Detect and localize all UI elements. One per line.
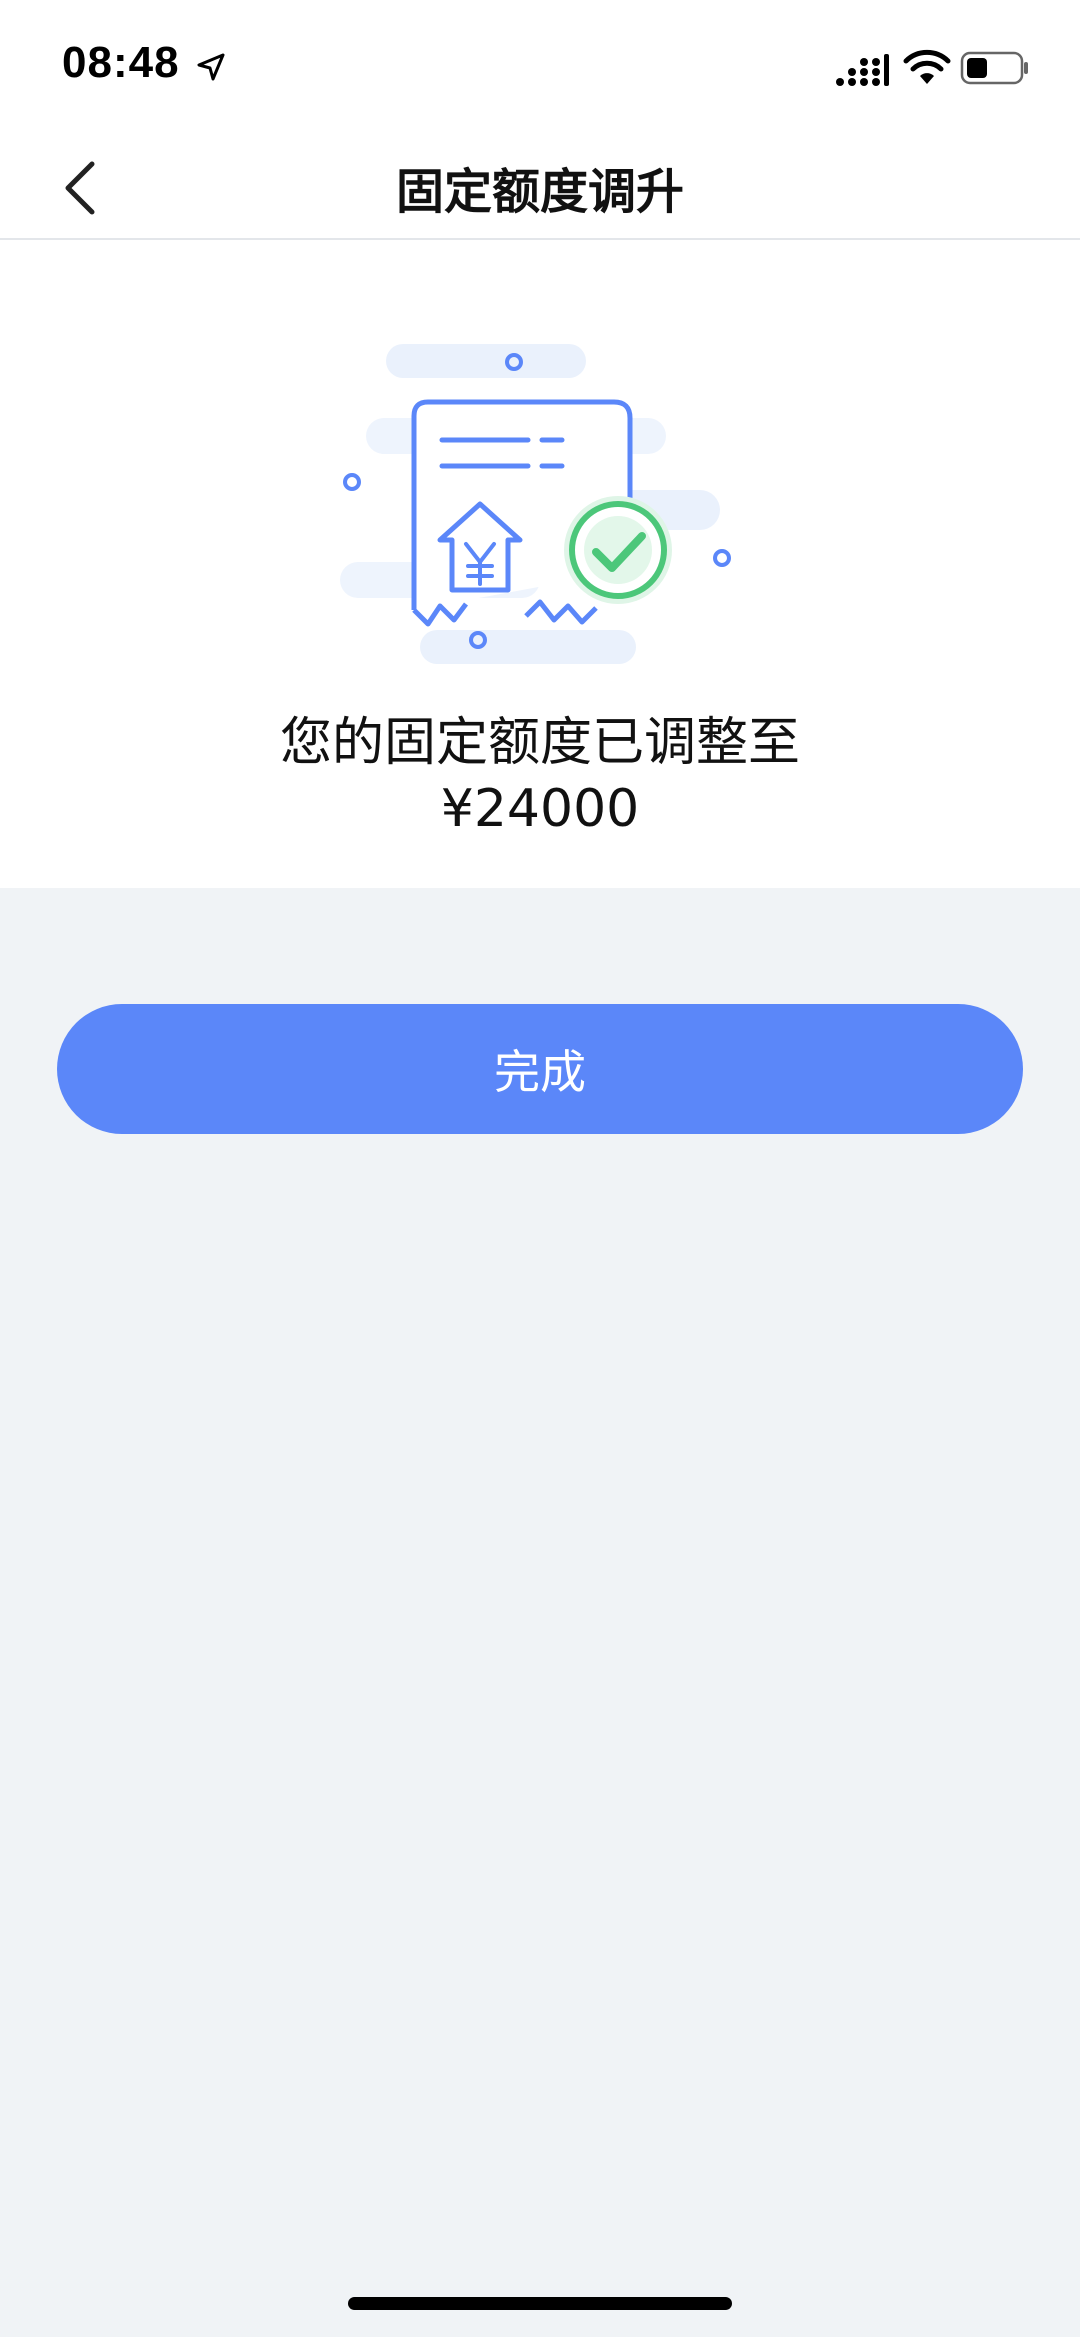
- cellular-signal-icon: [836, 54, 889, 86]
- home-indicator: [348, 2297, 732, 2310]
- result-card: 您的固定额度已调整至 ¥24000: [0, 240, 1080, 888]
- result-message-line: 您的固定额度已调整至: [279, 713, 800, 773]
- result-message: 您的固定额度已调整至 ¥24000: [0, 710, 1080, 842]
- page-title: 固定额度调升: [395, 164, 684, 220]
- navigation-bar: 固定额度调升: [0, 130, 1080, 240]
- screen: 08:48 固定额度调升 您的固定额度已调整至 ¥24000 完成: [0, 0, 1080, 2337]
- wifi-icon: [903, 49, 951, 84]
- done-button[interactable]: 完成: [57, 1004, 1023, 1134]
- status-time: 08:48: [62, 38, 180, 87]
- battery-icon: [960, 51, 1028, 85]
- receipt-check-icon: [340, 344, 731, 664]
- result-amount: ¥24000: [440, 779, 640, 839]
- location-arrow-icon: [197, 53, 225, 81]
- status-bar: 08:48: [0, 0, 1080, 130]
